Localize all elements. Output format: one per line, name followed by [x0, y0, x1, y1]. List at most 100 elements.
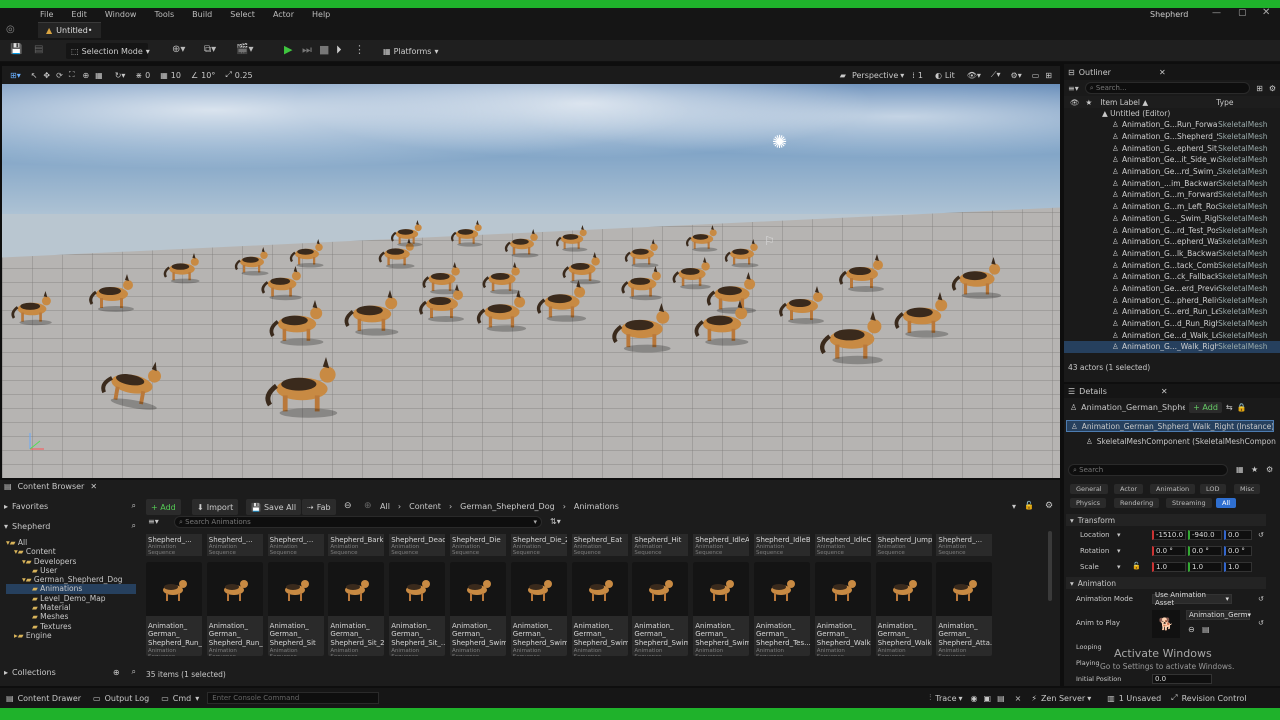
menu-build[interactable]: Build	[192, 10, 212, 19]
camera-speed-icon[interactable]: ⁞	[912, 71, 915, 80]
angle-icon[interactable]: ∠	[191, 71, 198, 80]
tab-misc[interactable]: Misc	[1234, 484, 1261, 494]
asset-tile[interactable]: Shepherd_Hit Animation Sequence	[632, 534, 689, 556]
tree-textures[interactable]: ▰ Textures	[6, 622, 136, 631]
show-icon[interactable]: 👁▾	[967, 71, 981, 80]
close-icon[interactable]: ✕	[90, 482, 97, 491]
breadcrumb-animations[interactable]: Animations	[574, 502, 619, 511]
scale-snap-icon[interactable]: ⤢	[225, 70, 231, 80]
outliner-root-row[interactable]: ▲ Untitled (Editor)	[1064, 108, 1280, 119]
asset-tile[interactable]: Animation_ German_ Shepherd_Run_ Animatio…	[206, 562, 263, 656]
location-y-field[interactable]: -940.0	[1188, 530, 1222, 540]
collections-section[interactable]: ▸ Collections ⊕ ⌕	[4, 666, 136, 678]
asset-tile[interactable]: Shepherd_... Animation Sequence	[146, 534, 202, 556]
move-icon[interactable]: ✥	[43, 71, 50, 80]
maximize-icon[interactable]: ▢	[1238, 8, 1247, 18]
history-forward-icon[interactable]: ⊕	[364, 501, 372, 511]
menu-actor[interactable]: Actor	[273, 10, 294, 19]
asset-tile[interactable]: Animation_ German_ Shepherd_Atta... Anima…	[936, 562, 993, 656]
perspective-button[interactable]: Perspective	[852, 71, 898, 80]
visibility-icon[interactable]: ⟋▾	[991, 70, 1001, 80]
outliner-row[interactable]: ♙ Animation_G..._Swim_Right SkeletalMesh	[1112, 213, 1280, 225]
lock-icon[interactable]: 🔒	[1237, 403, 1247, 412]
scale-z-field[interactable]: 1.0	[1224, 562, 1252, 572]
lock-ratio-icon[interactable]: 🔓	[1132, 562, 1141, 570]
details-search-input[interactable]: ⌕ Search	[1068, 464, 1228, 476]
level-tab[interactable]: ▲ Untitled•	[38, 22, 101, 38]
breadcrumb-all[interactable]: All	[380, 502, 390, 511]
asset-tile[interactable]: Shepherd_... Animation Sequence	[936, 534, 993, 556]
outliner-search-input[interactable]: ⌕ Search...	[1084, 82, 1251, 94]
outliner-row[interactable]: ♙ Animation_G...Run_Forward SkeletalMesh	[1112, 119, 1280, 131]
revision-control-button[interactable]: Revision Control	[1182, 694, 1247, 703]
menu-tools[interactable]: Tools	[154, 10, 174, 19]
outliner-row[interactable]: ♙ Animation_G...m_Left_Root SkeletalMesh	[1112, 201, 1280, 213]
tab-rendering[interactable]: Rendering	[1114, 498, 1160, 508]
asset-tile[interactable]: Shepherd_Die Animation Sequence	[450, 534, 506, 556]
asset-tile[interactable]: Shepherd_Jump Animation Sequence	[875, 534, 932, 556]
asset-tile[interactable]: Animation_ German_ Shepherd_Swim Animatio…	[632, 562, 689, 656]
menu-select[interactable]: Select	[230, 10, 255, 19]
save-icon[interactable]: 💾	[10, 44, 22, 55]
asset-tile[interactable]: Animation_ German_ Shepherd_Tes... Animat…	[754, 562, 810, 656]
scale-y-field[interactable]: 1.0	[1188, 562, 1222, 572]
asset-tile[interactable]: Shepherd_Bark Animation Sequence	[328, 534, 385, 556]
lit-icon[interactable]: ◐	[935, 71, 942, 80]
outliner-row[interactable]: ♙ Animation_G...d_Run_Right SkeletalMesh	[1112, 318, 1280, 330]
asset-tile[interactable]: Shepherd_Die_2 Animation Sequence	[510, 534, 567, 556]
browse-icon[interactable]: ▤	[1202, 625, 1210, 634]
filter-icon[interactable]: ≡▾	[1068, 84, 1079, 93]
asset-tile[interactable]: Animation_ German_ Shepherd_Swim Animatio…	[510, 562, 567, 656]
outliner-row[interactable]: ♙ Animation_G...epherd_Sit_2 SkeletalMesh	[1112, 142, 1280, 154]
view-mode-button[interactable]: Lit	[945, 71, 955, 80]
initial-position-field[interactable]: 0.0	[1152, 674, 1212, 684]
menu-window[interactable]: Window	[105, 10, 137, 19]
favorites-section[interactable]: ▸ Favorites ⌕	[4, 500, 136, 512]
fab-button[interactable]: ⇢ Fab	[302, 499, 336, 515]
camera-speed-value[interactable]: 1	[918, 71, 923, 80]
chevron-down-icon[interactable]: ▾	[1117, 531, 1121, 539]
animation-mode-dropdown[interactable]: Use Animation Asset ▾	[1152, 591, 1232, 607]
content-drawer-button[interactable]: Content Drawer	[18, 694, 81, 703]
item-label-header[interactable]: Item Label ▲	[1100, 98, 1216, 107]
angle-snap-value[interactable]: 0	[145, 71, 150, 80]
snap-icon[interactable]: ↻▾	[115, 71, 126, 80]
minimize-icon[interactable]: —	[1212, 8, 1221, 18]
asset-tile[interactable]: Animation_ German_ Shepherd_Walk Animatio…	[875, 562, 932, 656]
play-icon[interactable]: ▶	[284, 43, 292, 56]
move-snap-value[interactable]: 10	[171, 71, 181, 80]
camera-icon[interactable]: ▰	[840, 71, 846, 80]
output-log-button[interactable]: Output Log	[105, 694, 150, 703]
actor-name-field[interactable]: Animation_German_Shpherd	[1081, 403, 1185, 412]
outliner-row[interactable]: ♙ Animation_G...rd_Test_Pose SkeletalMesh	[1112, 224, 1280, 236]
tree-level-demo[interactable]: ▰ Level_Demo_Map	[6, 594, 136, 603]
outliner-row[interactable]: ♙ Animation_G...pherd_Relive SkeletalMesh	[1112, 294, 1280, 306]
location-label[interactable]: Location	[1080, 531, 1110, 539]
asset-tile[interactable]: Animation_ German_ Shepherd_Swim Animatio…	[693, 562, 750, 656]
location-z-field[interactable]: 0.0	[1224, 530, 1252, 540]
tab-lod[interactable]: LOD	[1200, 484, 1226, 494]
add-button[interactable]: + Add	[146, 499, 181, 515]
reset-icon[interactable]: ↺	[1258, 619, 1264, 627]
tree-content[interactable]: ▾▰ Content	[6, 547, 136, 556]
world-icon[interactable]: ⊕	[82, 71, 89, 80]
breadcrumb-german-shepherd[interactable]: German_Shepherd_Dog	[460, 502, 555, 511]
asset-tile[interactable]: Shepherd_IdleB Animation Sequence	[754, 534, 810, 556]
asset-tile[interactable]: Animation_ German_ Shepherd_Sit Animation…	[267, 562, 324, 656]
camera-capture-icon[interactable]: ▣	[984, 694, 992, 703]
reset-icon[interactable]: ↺	[1258, 595, 1264, 603]
asset-tile[interactable]: Animation_ German_ Shepherd_Swim Animatio…	[450, 562, 506, 656]
step-icon[interactable]: ⏭	[302, 43, 312, 57]
asset-tile[interactable]: Animation_ German_ Shepherd_Walk Animatio…	[814, 562, 871, 656]
chevron-down-icon[interactable]: ▾	[1012, 502, 1016, 511]
anim-to-play-dropdown[interactable]: Animation_Germ ▾	[1186, 610, 1251, 620]
favorites-icon[interactable]: ★	[1251, 465, 1258, 474]
anim-thumbnail[interactable]: 🐕	[1152, 610, 1180, 638]
play-options-icon[interactable]: ⏵	[336, 43, 342, 57]
import-button[interactable]: ⬇ Import	[192, 499, 239, 515]
asset-tile[interactable]: Animation_ German_ Shepherd_Run_ Animatio…	[146, 562, 202, 656]
breadcrumb-content[interactable]: Content	[409, 502, 441, 511]
menu-help[interactable]: Help	[312, 10, 330, 19]
console-input[interactable]: Enter Console Command	[207, 692, 380, 704]
browse-icon[interactable]: ▤	[34, 44, 43, 55]
